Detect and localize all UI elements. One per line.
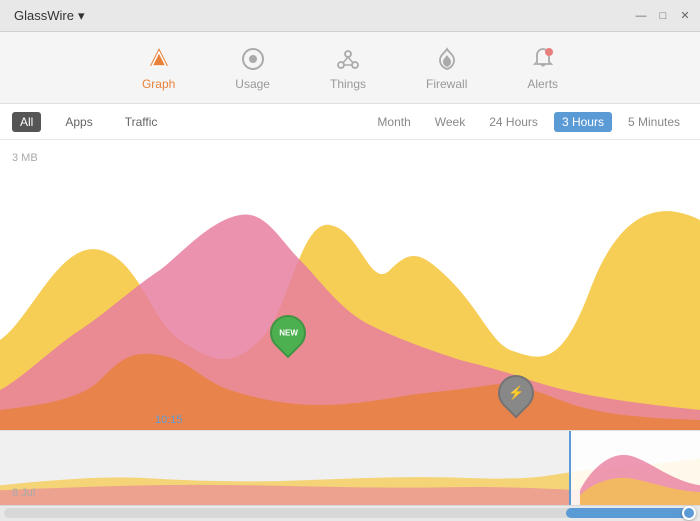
- chart-svg: [0, 140, 700, 430]
- mini-date-label: 8 Jul: [12, 487, 35, 499]
- tab-usage-label: Usage: [235, 77, 270, 91]
- tab-graph[interactable]: Graph: [132, 37, 185, 99]
- pin-new-label: NEW: [279, 329, 298, 338]
- filter-traffic[interactable]: Traffic: [117, 112, 166, 132]
- firewall-icon: [433, 45, 461, 73]
- time-24hours[interactable]: 24 Hours: [481, 112, 546, 132]
- close-button[interactable]: ✕: [678, 9, 692, 23]
- maximize-button[interactable]: □: [656, 9, 670, 23]
- tab-graph-label: Graph: [142, 77, 175, 91]
- mini-chart-area[interactable]: 8 Jul: [0, 430, 700, 505]
- filter-all[interactable]: All: [12, 112, 41, 132]
- time-5minutes[interactable]: 5 Minutes: [620, 112, 688, 132]
- scrollbar-track: [4, 508, 696, 518]
- menu-arrow: ▾: [78, 8, 85, 24]
- time-month[interactable]: Month: [369, 112, 418, 132]
- window-controls: — □ ✕: [634, 9, 692, 23]
- time-week[interactable]: Week: [427, 112, 473, 132]
- tab-things[interactable]: Things: [320, 37, 376, 99]
- tab-things-label: Things: [330, 77, 366, 91]
- time-3hours[interactable]: 3 Hours: [554, 112, 612, 132]
- scrollbar-handle[interactable]: [682, 506, 696, 520]
- tab-firewall[interactable]: Firewall: [416, 37, 477, 99]
- chart-area: 3 MB NEW ⚡ 10:15: [0, 140, 700, 430]
- pin-tor[interactable]: ⚡: [498, 375, 534, 411]
- tab-alerts-label: Alerts: [527, 77, 558, 91]
- things-icon: [334, 45, 362, 73]
- app-menu[interactable]: GlassWire ▾: [8, 6, 90, 26]
- filter-bar: All Apps Traffic Month Week 24 Hours 3 H…: [0, 104, 700, 140]
- pin-new[interactable]: NEW: [270, 315, 306, 351]
- minimize-button[interactable]: —: [634, 9, 648, 23]
- scrollbar-thumb[interactable]: [566, 508, 696, 518]
- time-marker: 10:15: [155, 414, 183, 426]
- usage-icon: [239, 45, 267, 73]
- scrollbar-area[interactable]: [0, 505, 700, 521]
- tab-alerts[interactable]: Alerts: [517, 37, 568, 99]
- nav-tabs: Graph Usage Things: [0, 32, 700, 104]
- chart-icon: [145, 45, 173, 73]
- chart-y-label: 3 MB: [12, 152, 38, 164]
- alerts-icon: [529, 45, 557, 73]
- app-name: GlassWire: [14, 8, 74, 23]
- filter-apps[interactable]: Apps: [57, 112, 100, 132]
- filter-left: All Apps Traffic: [12, 112, 369, 132]
- mini-chart-svg: [0, 431, 700, 505]
- tab-firewall-label: Firewall: [426, 77, 467, 91]
- tab-usage[interactable]: Usage: [225, 37, 280, 99]
- title-bar: GlassWire ▾ — □ ✕: [0, 0, 700, 32]
- filter-right: Month Week 24 Hours 3 Hours 5 Minutes: [369, 112, 688, 132]
- pin-tor-icon: ⚡: [508, 385, 524, 401]
